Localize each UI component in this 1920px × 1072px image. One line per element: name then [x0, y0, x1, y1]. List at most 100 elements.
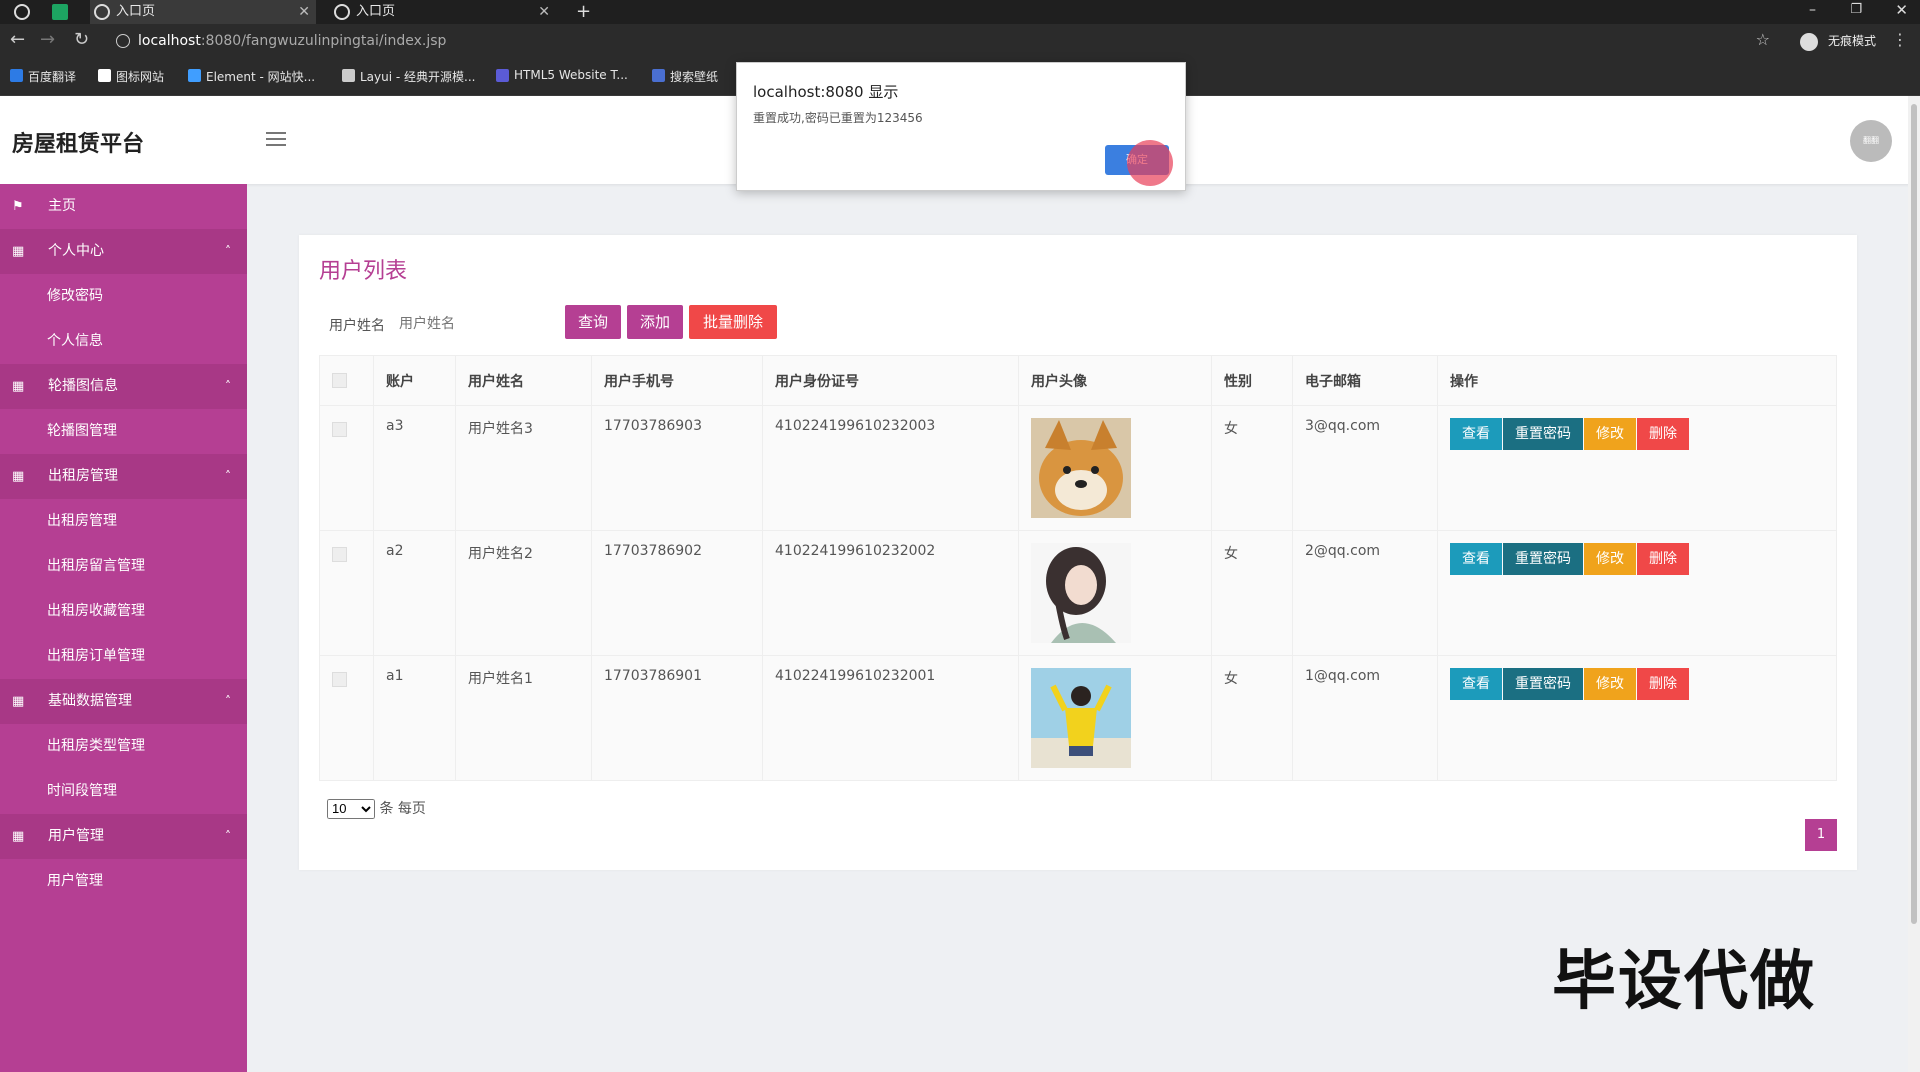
bookmark-item[interactable]: HTML5 Website T...: [496, 68, 628, 82]
account-cell: a2: [373, 530, 456, 656]
sidebar-item-label: 轮播图管理: [47, 423, 117, 439]
column-header: 用户头像: [1018, 355, 1212, 406]
sidebar-item-label: 个人中心: [48, 243, 104, 259]
actions-cell: 查看 重置密码 修改 删除: [1437, 655, 1837, 781]
view-button[interactable]: 查看: [1450, 668, 1502, 700]
select-all-cell: [319, 355, 374, 406]
browser-more-icon[interactable]: ⋮: [1892, 30, 1908, 49]
batch-delete-button[interactable]: 批量删除: [689, 305, 777, 339]
add-button[interactable]: 添加: [627, 305, 683, 339]
pagination-page-1[interactable]: 1: [1805, 819, 1837, 851]
sidebar-item[interactable]: 出租房管理: [0, 499, 247, 544]
star-icon[interactable]: ☆: [1756, 30, 1770, 49]
edit-button[interactable]: 修改: [1584, 418, 1636, 450]
url-field[interactable]: localhost:8080/fangwuzulinpingtai/index.…: [114, 28, 1744, 54]
search-input[interactable]: [399, 308, 549, 340]
view-button[interactable]: 查看: [1450, 418, 1502, 450]
sidebar-item[interactable]: ▦ 用户管理 ˄: [0, 814, 247, 859]
sidebar-item-label: 出租房类型管理: [47, 738, 145, 754]
sidebar-item[interactable]: ▦ 轮播图信息 ˄: [0, 364, 247, 409]
page-title: 用户列表: [319, 259, 408, 284]
close-icon[interactable]: ✕: [298, 0, 310, 24]
new-tab-icon[interactable]: +: [576, 0, 591, 24]
user-avatar-image: [1031, 543, 1211, 643]
sidebar-item[interactable]: 个人信息: [0, 319, 247, 364]
browser-menu-icon[interactable]: [14, 4, 30, 20]
grid-icon: ▦: [12, 694, 25, 709]
reset-password-button[interactable]: 重置密码: [1503, 543, 1583, 575]
edit-button[interactable]: 修改: [1584, 668, 1636, 700]
delete-button[interactable]: 删除: [1637, 668, 1689, 700]
incognito-indicator[interactable]: 无痕模式: [1800, 32, 1876, 51]
row-checkbox[interactable]: [332, 672, 347, 687]
bookmark-item[interactable]: Layui - 经典开源模...: [342, 68, 475, 85]
restore-icon[interactable]: ❐: [1850, 0, 1862, 20]
reload-icon[interactable]: ↻: [74, 30, 89, 50]
back-icon[interactable]: ←: [10, 30, 25, 50]
forward-icon[interactable]: →: [40, 30, 55, 50]
column-header: 用户手机号: [591, 355, 763, 406]
minimize-icon[interactable]: –: [1809, 0, 1816, 20]
select-all-checkbox[interactable]: [332, 373, 347, 388]
sidebar-item[interactable]: 出租房订单管理: [0, 634, 247, 679]
bookmark-label: 图标网站: [116, 70, 165, 84]
avatar[interactable]: 翻翻: [1850, 120, 1892, 162]
idcard-cell: 410224199610232002: [762, 530, 1019, 656]
reset-password-button[interactable]: 重置密码: [1503, 418, 1583, 450]
bookmark-icon: [188, 69, 201, 82]
page-size-control: 10 条 每页: [327, 798, 426, 819]
tab-label: 入口页: [116, 4, 156, 19]
grid-icon: ▦: [12, 379, 25, 394]
phone-cell: 17703786901: [591, 655, 763, 781]
bookmark-label: 百度翻译: [28, 70, 77, 84]
tab-2[interactable]: 入口页 ✕: [330, 0, 556, 24]
bookmark-icon: [496, 69, 509, 82]
sidebar-item-label: 轮播图信息: [48, 378, 118, 394]
query-button[interactable]: 查询: [565, 305, 621, 339]
close-window-icon[interactable]: ✕: [1895, 0, 1908, 20]
scrollbar-thumb[interactable]: [1911, 104, 1917, 924]
sidebar-item[interactable]: 修改密码: [0, 274, 247, 319]
sidebar-item[interactable]: ▦ 出租房管理 ˄: [0, 454, 247, 499]
app-tab-icon[interactable]: [52, 4, 68, 20]
delete-button[interactable]: 删除: [1637, 543, 1689, 575]
url-path: :8080/fangwuzulinpingtai/index.jsp: [200, 33, 447, 49]
user-avatar-image: [1031, 418, 1211, 518]
sidebar-item[interactable]: 用户管理: [0, 859, 247, 904]
sidebar-item[interactable]: 轮播图管理: [0, 409, 247, 454]
sidebar-item[interactable]: 出租房留言管理: [0, 544, 247, 589]
chevron-up-icon: ˄: [225, 694, 231, 708]
avatar-cell: [1018, 655, 1212, 781]
tab-1[interactable]: 入口页 ✕: [90, 0, 316, 24]
incognito-icon: [1800, 32, 1819, 51]
sidebar: ⚑ 主页 ▦ 个人中心 ˄ 修改密码 个人信息 ▦ 轮播图信息 ˄ 轮播图管理 ▦ 出租房管理 ˄ 出租房管…: [0, 184, 247, 1072]
page-size-select[interactable]: 10: [327, 798, 375, 819]
view-button[interactable]: 查看: [1450, 543, 1502, 575]
close-icon[interactable]: ✕: [538, 0, 550, 24]
row-checkbox[interactable]: [332, 422, 347, 437]
sidebar-item[interactable]: ▦ 个人中心 ˄: [0, 229, 247, 274]
sidebar-item[interactable]: 出租房类型管理: [0, 724, 247, 769]
row-select-cell: [319, 530, 374, 656]
gender-cell: 女: [1211, 655, 1293, 781]
sidebar-item[interactable]: ▦ 基础数据管理 ˄: [0, 679, 247, 724]
table-header-row: 账户 用户姓名 用户手机号 用户身份证号 用户头像 性别 电子邮箱 操作: [319, 355, 1837, 406]
globe-icon: [334, 4, 350, 20]
bookmark-item[interactable]: Element - 网站快...: [188, 68, 315, 85]
bookmark-item[interactable]: 搜索壁纸: [652, 68, 718, 85]
app-brand: 房屋租赁平台: [12, 132, 145, 157]
bookmark-item[interactable]: 图标网站: [98, 68, 164, 85]
page-scrollbar[interactable]: [1908, 96, 1920, 1072]
bookmark-item[interactable]: 百度翻译: [10, 68, 76, 85]
sidebar-item[interactable]: 时间段管理: [0, 769, 247, 814]
menu-toggle-icon[interactable]: [266, 132, 286, 146]
sidebar-item[interactable]: ⚑ 主页: [0, 184, 247, 229]
sidebar-item-label: 出租房管理: [48, 468, 118, 484]
table-row: a2 用户姓名2 17703786902 410224199610232002 女 2@q…: [319, 530, 1837, 656]
sidebar-item[interactable]: 出租房收藏管理: [0, 589, 247, 634]
edit-button[interactable]: 修改: [1584, 543, 1636, 575]
delete-button[interactable]: 删除: [1637, 418, 1689, 450]
row-checkbox[interactable]: [332, 547, 347, 562]
reset-password-button[interactable]: 重置密码: [1503, 668, 1583, 700]
sidebar-item-label: 用户管理: [47, 873, 103, 889]
